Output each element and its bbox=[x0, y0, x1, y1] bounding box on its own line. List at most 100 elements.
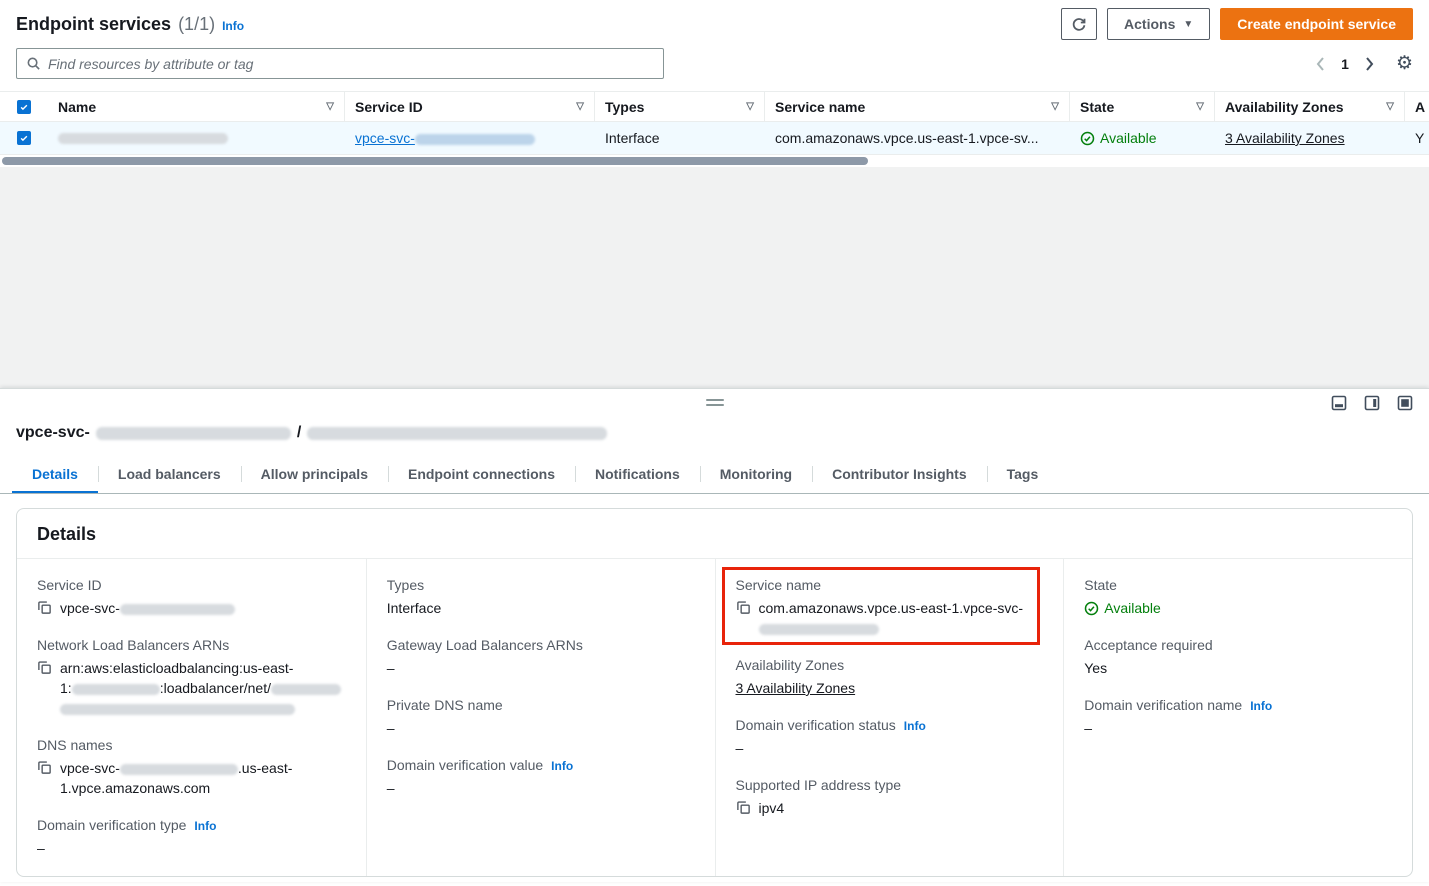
field-label: Domain verification name bbox=[1084, 697, 1242, 713]
actions-button[interactable]: Actions ▼ bbox=[1107, 8, 1210, 40]
copy-icon[interactable] bbox=[37, 600, 52, 615]
field-value: – bbox=[37, 838, 45, 858]
info-link[interactable]: Info bbox=[904, 719, 926, 733]
page-number[interactable]: 1 bbox=[1333, 56, 1357, 72]
info-link[interactable]: Info bbox=[551, 759, 573, 773]
check-circle-icon bbox=[1080, 131, 1095, 146]
details-heading: Details bbox=[17, 509, 1412, 559]
field-domain-verification-type: Domain verification type Info – bbox=[37, 817, 346, 858]
panel-position-side-icon[interactable] bbox=[1364, 395, 1380, 411]
details-card: Details Service ID vpce-svc- Network Loa… bbox=[16, 508, 1413, 877]
field-label: Network Load Balancers ARNs bbox=[37, 637, 229, 653]
field-value: – bbox=[387, 778, 395, 798]
field-label: DNS names bbox=[37, 737, 112, 753]
detail-tabs: Details Load balancers Allow principals … bbox=[0, 455, 1429, 494]
availability-zones-link[interactable]: 3 Availability Zones bbox=[736, 678, 856, 698]
split-panel-header-bar bbox=[0, 389, 1429, 421]
tab-load-balancers[interactable]: Load balancers bbox=[98, 455, 241, 493]
panel-position-bottom-icon[interactable] bbox=[1331, 395, 1347, 411]
filter-icon[interactable]: ▽ bbox=[1043, 101, 1059, 112]
field-domain-verification-value: Domain verification value Info – bbox=[387, 757, 695, 798]
page-header: Endpoint services (1/1) Info Actions ▼ C… bbox=[0, 0, 1429, 44]
info-link[interactable]: Info bbox=[222, 19, 244, 33]
select-all-checkbox[interactable] bbox=[17, 100, 31, 114]
column-header-service-id: Service ID ▽ bbox=[345, 92, 595, 121]
content-background bbox=[0, 167, 1429, 388]
info-link[interactable]: Info bbox=[1250, 699, 1272, 713]
field-value: Interface bbox=[387, 598, 441, 618]
endpoint-services-list-section: Endpoint services (1/1) Info Actions ▼ C… bbox=[0, 0, 1429, 167]
redacted-text bbox=[120, 764, 238, 775]
scrollbar-thumb[interactable] bbox=[2, 157, 868, 165]
copy-icon[interactable] bbox=[37, 660, 52, 675]
tab-endpoint-connections[interactable]: Endpoint connections bbox=[388, 455, 575, 493]
cell-service-id: vpce-svc- bbox=[345, 122, 595, 154]
column-label: Service ID bbox=[355, 99, 423, 115]
pagination: 1 ⚙ bbox=[1310, 53, 1413, 75]
field-gateway-lb-arns: Gateway Load Balancers ARNs – bbox=[387, 637, 695, 678]
tab-details[interactable]: Details bbox=[12, 455, 98, 493]
search-input[interactable] bbox=[48, 56, 654, 72]
create-endpoint-service-button[interactable]: Create endpoint service bbox=[1220, 8, 1413, 40]
acceptance-value: Y bbox=[1415, 130, 1424, 146]
refresh-button[interactable] bbox=[1061, 8, 1097, 40]
preferences-gear-icon[interactable]: ⚙ bbox=[1396, 54, 1413, 73]
field-nlb-arns: Network Load Balancers ARNs arn:aws:elas… bbox=[37, 637, 346, 718]
field-service-name: Service name com.amazonaws.vpce.us-east-… bbox=[736, 577, 1044, 638]
field-label: Service name bbox=[736, 577, 822, 593]
tab-tags[interactable]: Tags bbox=[987, 455, 1059, 493]
tab-notifications[interactable]: Notifications bbox=[575, 455, 700, 493]
info-link[interactable]: Info bbox=[194, 819, 216, 833]
details-column-3: Service name com.amazonaws.vpce.us-east-… bbox=[715, 559, 1064, 876]
availability-zones-link[interactable]: 3 Availability Zones bbox=[1225, 130, 1345, 146]
tab-contributor-insights[interactable]: Contributor Insights bbox=[812, 455, 987, 493]
redacted-text bbox=[96, 427, 291, 440]
next-page-button[interactable] bbox=[1359, 53, 1380, 75]
service-id-link[interactable]: vpce-svc- bbox=[355, 130, 535, 146]
field-value: ipv4 bbox=[759, 798, 785, 818]
column-label: Service name bbox=[775, 99, 865, 115]
cell-state: Available bbox=[1070, 122, 1215, 154]
copy-icon[interactable] bbox=[736, 800, 751, 815]
types-value: Interface bbox=[605, 130, 659, 146]
filter-icon[interactable]: ▽ bbox=[568, 101, 584, 112]
cell-acceptance: Y bbox=[1405, 122, 1429, 154]
previous-page-button[interactable] bbox=[1310, 53, 1331, 75]
details-column-4: State Available Acceptance required Yes bbox=[1063, 559, 1412, 876]
filter-icon[interactable]: ▽ bbox=[738, 101, 754, 112]
table-row[interactable]: vpce-svc- Interface com.amazonaws.vpce.u… bbox=[0, 122, 1429, 155]
tab-allow-principals[interactable]: Allow principals bbox=[241, 455, 388, 493]
field-types: Types Interface bbox=[387, 577, 695, 618]
endpoint-services-table: Name ▽ Service ID ▽ Types ▽ Service name… bbox=[0, 91, 1429, 167]
field-label: Private DNS name bbox=[387, 697, 503, 713]
redacted-text bbox=[307, 427, 607, 440]
field-label: Domain verification type bbox=[37, 817, 186, 833]
field-value: – bbox=[1084, 718, 1092, 738]
field-value: – bbox=[387, 718, 395, 738]
copy-icon[interactable] bbox=[736, 600, 751, 615]
filter-icon[interactable]: ▽ bbox=[1378, 101, 1394, 112]
field-value: – bbox=[387, 658, 395, 678]
filter-icon[interactable]: ▽ bbox=[318, 101, 334, 112]
row-checkbox[interactable] bbox=[17, 131, 31, 145]
field-acceptance-required: Acceptance required Yes bbox=[1084, 637, 1392, 678]
table-toolbar: 1 ⚙ bbox=[0, 44, 1429, 91]
cell-types: Interface bbox=[595, 122, 765, 154]
column-header-name: Name ▽ bbox=[48, 92, 345, 121]
tab-monitoring[interactable]: Monitoring bbox=[700, 455, 812, 493]
field-label: Supported IP address type bbox=[736, 777, 902, 793]
column-header-service-name: Service name ▽ bbox=[765, 92, 1070, 121]
cell-availability-zones: 3 Availability Zones bbox=[1215, 122, 1405, 154]
details-column-2: Types Interface Gateway Load Balancers A… bbox=[366, 559, 715, 876]
copy-icon[interactable] bbox=[37, 760, 52, 775]
actions-label: Actions bbox=[1124, 16, 1175, 32]
details-split-panel: vpce-svc- / Details Load balancers Allow… bbox=[0, 388, 1429, 882]
field-state: State Available bbox=[1084, 577, 1392, 618]
split-panel-resize-handle[interactable] bbox=[706, 399, 724, 409]
column-header-availability-zones: Availability Zones ▽ bbox=[1215, 92, 1405, 121]
panel-fullscreen-icon[interactable] bbox=[1397, 395, 1413, 411]
filter-icon[interactable]: ▽ bbox=[1188, 101, 1204, 112]
field-label: State bbox=[1084, 577, 1117, 593]
field-private-dns-name: Private DNS name – bbox=[387, 697, 695, 738]
cell-name bbox=[48, 122, 345, 154]
